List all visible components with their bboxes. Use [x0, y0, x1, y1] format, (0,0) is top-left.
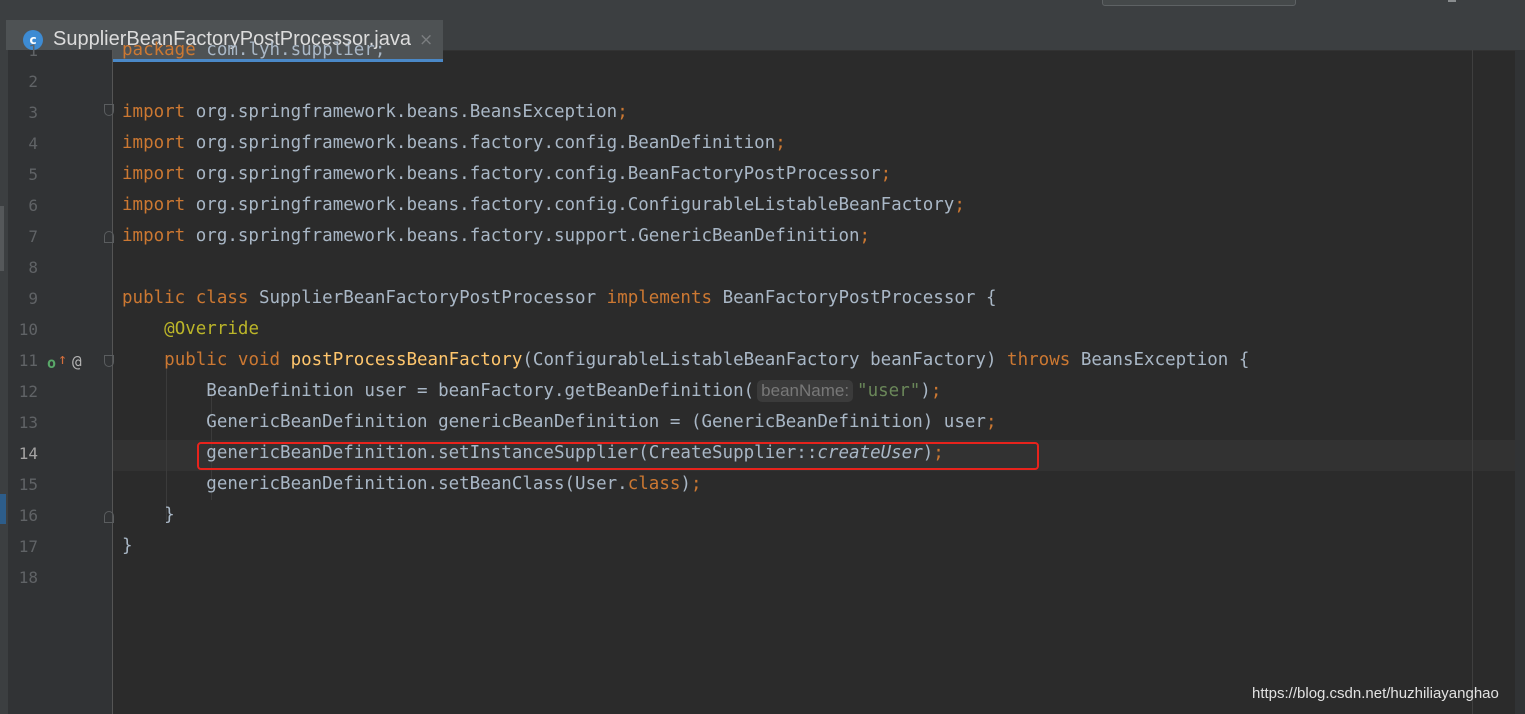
title-bar: [0, 0, 1525, 10]
line-number: 2: [28, 72, 38, 91]
code-line[interactable]: import org.springframework.beans.factory…: [122, 128, 786, 159]
code-token: BeanFactoryPostProcessor {: [722, 288, 997, 308]
left-tool-strip: [0, 50, 8, 714]
close-icon[interactable]: ×: [419, 30, 433, 50]
right-margin-guide: [1472, 50, 1473, 714]
code-line[interactable]: import org.springframework.beans.factory…: [122, 159, 891, 190]
code-token: }: [122, 505, 175, 525]
code-token: @Override: [164, 319, 259, 339]
code-token: throws: [1007, 350, 1081, 370]
tool-window-marker[interactable]: [0, 206, 4, 271]
code-line[interactable]: import org.springframework.beans.factory…: [122, 190, 965, 221]
parameter-hint: beanName:: [757, 380, 854, 402]
override-arrow-icon[interactable]: ↑: [58, 350, 67, 368]
code-line[interactable]: }: [122, 531, 133, 562]
code-token: ): [680, 474, 691, 494]
code-token: BeansException {: [1080, 350, 1250, 370]
annotation-icon[interactable]: @: [72, 352, 82, 371]
code-token: (ConfigurableListableBeanFactory beanFac…: [522, 350, 1008, 370]
code-token: SupplierBeanFactoryPostProcessor: [258, 288, 607, 308]
line-number: 9: [28, 289, 38, 308]
code-token: GenericBeanDefinition genericBeanDefinit…: [122, 412, 986, 432]
code-token: }: [122, 536, 133, 556]
code-token: import: [122, 102, 186, 122]
fold-marker-icon[interactable]: [104, 231, 114, 243]
line-number: 14: [18, 444, 38, 463]
code-line[interactable]: BeanDefinition user = beanFactory.getBea…: [122, 376, 941, 407]
line-number: 10: [18, 320, 38, 339]
code-token: implements: [606, 288, 723, 308]
fold-marker-icon[interactable]: [104, 511, 114, 523]
line-number: 7: [28, 227, 38, 246]
code-token: ;: [775, 133, 786, 153]
code-token: ;: [880, 164, 892, 184]
code-line[interactable]: package com.lyh.supplier;: [122, 35, 385, 66]
code-token: import: [122, 226, 186, 246]
code-token: ;: [954, 195, 965, 215]
toolbar-search-field[interactable]: [1102, 0, 1296, 6]
code-token: ;: [690, 474, 702, 494]
line-number: 11: [18, 351, 38, 370]
code-line[interactable]: }: [122, 500, 175, 531]
code-token: ;: [930, 381, 942, 401]
code-line[interactable]: import org.springframework.beans.factory…: [122, 221, 870, 252]
code-token: import: [122, 195, 186, 215]
code-line[interactable]: genericBeanDefinition.setBeanClass(User.…: [122, 469, 702, 500]
line-number: 18: [18, 568, 38, 587]
code-token: class: [627, 474, 681, 494]
code-token: package: [122, 40, 196, 60]
code-token: ;: [617, 102, 628, 122]
code-token: genericBeanDefinition.setBeanClass(User.: [122, 474, 628, 494]
code-token: public void: [164, 350, 291, 370]
highlight-box: [197, 442, 1039, 470]
code-token: com.lyh.supplier;: [195, 40, 386, 60]
code-line[interactable]: public void postProcessBeanFactory(Confi…: [122, 345, 1249, 376]
line-number: 4: [28, 134, 38, 153]
code-token: postProcessBeanFactory: [290, 350, 523, 370]
watermark: https://blog.csdn.net/huzhiliayanghao: [1252, 685, 1499, 702]
code-token: public class: [122, 288, 259, 308]
code-token: import: [122, 164, 186, 184]
line-number: 1: [28, 41, 38, 60]
implements-icon[interactable]: o: [47, 354, 56, 372]
line-number: 12: [18, 382, 38, 401]
code-token: org.springframework.beans.factory.suppor…: [185, 226, 860, 246]
code-token: org.springframework.beans.factory.config…: [185, 133, 776, 153]
code-token: ;: [985, 412, 997, 432]
fold-marker-icon[interactable]: [104, 355, 114, 367]
fold-marker-icon[interactable]: [104, 104, 114, 116]
code-line[interactable]: public class SupplierBeanFactoryPostProc…: [122, 283, 997, 314]
line-number: 17: [18, 537, 38, 556]
code-line[interactable]: @Override: [122, 314, 259, 345]
line-number: 6: [28, 196, 38, 215]
code-token: "user": [857, 381, 921, 401]
toolbar-icon[interactable]: [1448, 0, 1456, 2]
code-token: ): [920, 381, 931, 401]
line-number: 16: [18, 506, 38, 525]
code-line[interactable]: GenericBeanDefinition genericBeanDefinit…: [122, 407, 997, 438]
line-number: 3: [28, 103, 38, 122]
scrollbar[interactable]: [1515, 50, 1525, 714]
code-token: org.springframework.beans.factory.config…: [185, 195, 955, 215]
line-number: 13: [18, 413, 38, 432]
code-token: import: [122, 133, 186, 153]
line-number: 8: [28, 258, 38, 277]
gutter-divider: [112, 50, 113, 714]
line-number: 15: [18, 475, 38, 494]
tool-window-marker-active[interactable]: [0, 494, 6, 524]
code-line[interactable]: import org.springframework.beans.BeansEx…: [122, 97, 628, 128]
code-token: BeanDefinition user = beanFactory.getBea…: [122, 381, 755, 401]
code-token: org.springframework.beans.factory.config…: [185, 164, 881, 184]
code-token: org.springframework.beans.BeansException: [185, 102, 618, 122]
line-number: 5: [28, 165, 38, 184]
code-token: ;: [859, 226, 871, 246]
